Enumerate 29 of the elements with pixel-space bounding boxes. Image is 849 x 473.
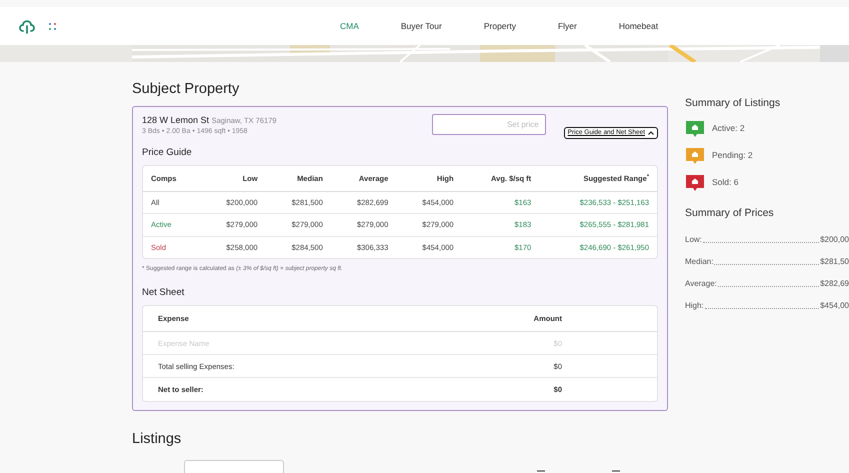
list-icon[interactable] bbox=[537, 470, 545, 473]
summary-title: Summary of Prices bbox=[685, 206, 775, 221]
property-address: 128 W Lemon St bbox=[142, 114, 210, 125]
price-label: Average: bbox=[685, 278, 717, 290]
section-title: Net Sheet bbox=[142, 286, 186, 300]
list-icon[interactable] bbox=[612, 470, 620, 473]
price-label: Median: bbox=[685, 256, 714, 268]
price-label: High: bbox=[685, 300, 704, 312]
nav-tab[interactable]: Property bbox=[484, 20, 516, 32]
nav-tab[interactable]: Buyer Tour bbox=[400, 20, 442, 32]
section-heading: Subject Property bbox=[132, 80, 240, 99]
listing-count: Active: 2 bbox=[712, 122, 745, 136]
nav-tab[interactable]: Flyer bbox=[558, 20, 577, 32]
section-heading: Listings bbox=[132, 430, 182, 449]
price-label: Low: bbox=[685, 234, 702, 246]
apps-grid-icon[interactable] bbox=[49, 22, 56, 30]
price-value: $282,69 bbox=[820, 278, 849, 290]
listing-count: Pending: 2 bbox=[712, 149, 753, 162]
price-value: $200,00 bbox=[820, 234, 849, 246]
caret-icon bbox=[648, 130, 654, 135]
section-title: Price Guide bbox=[142, 146, 193, 160]
listing-count: Sold: 6 bbox=[712, 176, 738, 190]
summary-title: Summary of Listings bbox=[685, 96, 782, 111]
price-value: $281,50 bbox=[820, 256, 849, 268]
price-value: $454,00 bbox=[820, 300, 849, 312]
nav-tab[interactable]: CMA bbox=[340, 20, 359, 32]
set-price-field[interactable]: Set price bbox=[432, 114, 546, 135]
cloud-logo-icon[interactable] bbox=[18, 18, 36, 34]
nav-tab[interactable]: Homebeat bbox=[618, 20, 658, 32]
